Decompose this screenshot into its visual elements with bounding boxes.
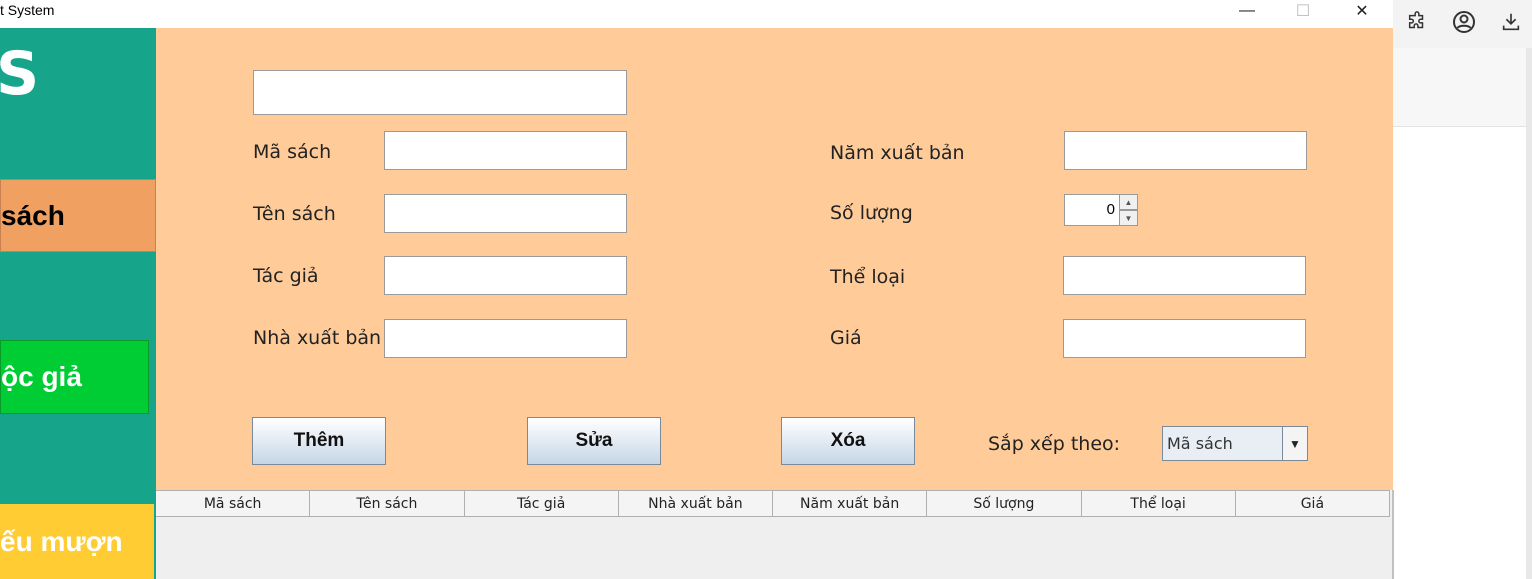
browser-panel [1393,48,1532,127]
minimize-button[interactable]: — [1224,0,1270,22]
sidebar-item-label: ộc giả [1,361,82,392]
the-loai-field[interactable] [1063,256,1306,295]
close-button[interactable]: ✕ [1339,0,1385,22]
window-titlebar: t System — ☐ ✕ [0,0,1393,28]
browser-scrollbar[interactable] [1526,48,1532,579]
puzzle-icon[interactable] [1403,8,1431,36]
books-table: Mã sách Tên sách Tác giả Nhà xuất bản Nă… [156,490,1394,579]
spin-up-button[interactable]: ▲ [1119,194,1138,210]
sidebar: S sách ộc giả ếu mượn [0,28,156,579]
column-header[interactable]: Mã sách [156,491,311,516]
sidebar-item-books[interactable]: sách [0,179,156,252]
maximize-button[interactable]: ☐ [1280,0,1326,22]
ten-sach-field[interactable] [384,194,627,233]
so-luong-stepper[interactable]: 0 ▲ ▼ [1064,194,1139,226]
browser-toolbar [1393,0,1532,48]
column-header[interactable]: Thể loại [1082,491,1236,516]
spin-down-button[interactable]: ▼ [1119,210,1138,226]
browser-window [1393,0,1532,579]
sort-selected-value: Mã sách [1167,434,1233,453]
window-title: t System [0,2,55,18]
column-header[interactable]: Giá [1236,491,1390,516]
edit-button[interactable]: Sửa [527,417,661,465]
so-luong-value[interactable]: 0 [1064,194,1120,226]
sort-select[interactable]: Mã sách ▼ [1162,426,1308,461]
label-tac-gia: Tác giả [253,265,319,287]
nam-xuat-ban-field[interactable] [1064,131,1307,170]
label-nha-xuat-ban: Nhà xuất bản [253,327,382,349]
sidebar-item-label: ếu mượn [0,525,123,557]
label-ma-sach: Mã sách [253,141,332,163]
column-header[interactable]: Nhà xuất bản [619,491,773,516]
add-button[interactable]: Thêm [252,417,386,465]
sidebar-item-loans[interactable]: ếu mượn [0,504,154,579]
delete-button[interactable]: Xóa [781,417,915,465]
chevron-down-icon[interactable]: ▼ [1282,427,1307,460]
gia-field[interactable] [1063,319,1306,358]
column-header[interactable]: Số lượng [927,491,1082,516]
table-header: Mã sách Tên sách Tác giả Nhà xuất bản Nă… [156,490,1390,517]
label-nam-xuat-ban: Năm xuất bản [830,142,965,164]
app-logo: S [0,39,40,109]
search-input[interactable] [253,70,627,115]
tac-gia-field[interactable] [384,256,627,295]
label-ten-sach: Tên sách [253,203,336,225]
label-gia: Giá [830,327,862,349]
nha-xuat-ban-field[interactable] [384,319,627,358]
column-header[interactable]: Năm xuất bản [773,491,928,516]
column-header[interactable]: Tên sách [310,491,465,516]
sidebar-item-readers[interactable]: ộc giả [0,340,149,414]
column-header[interactable]: Tác giả [465,491,619,516]
ma-sach-field[interactable] [384,131,627,170]
sidebar-item-label: sách [1,199,65,231]
sort-label: Sắp xếp theo: [988,433,1121,455]
label-the-loai: Thể loại [830,266,906,288]
label-so-luong: Số lượng [830,202,913,224]
profile-icon[interactable] [1450,8,1478,36]
download-icon[interactable] [1497,8,1525,36]
